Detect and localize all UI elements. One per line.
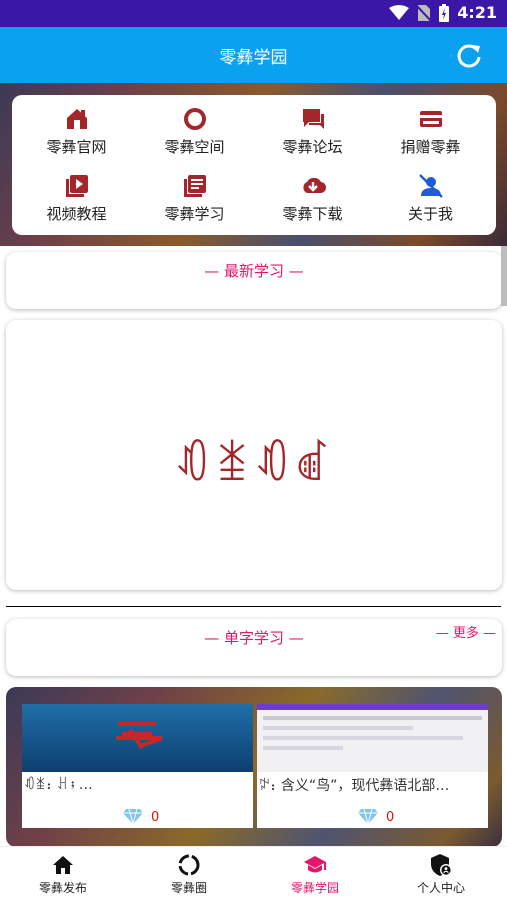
menu-item-space[interactable]: 零彝空间 [134,106,255,166]
divider [6,606,501,607]
nav-label: 个人中心 [416,881,465,895]
menu-label: 零彝空间 [164,138,225,156]
single-study-title: — 单字学习 — [204,629,304,647]
menu-label: 零彝下载 [282,205,343,223]
menu-item-study[interactable]: 零彝学习 [134,173,255,233]
card-icon [419,111,442,127]
menu-label: 零彝论坛 [282,138,343,156]
circle-icon [183,108,206,130]
latest-study-title: — 最新学习 — [204,262,304,280]
wifi-icon [389,4,410,20]
home-icon [53,856,73,874]
menu-item-download[interactable]: 零彝下载 [252,173,373,233]
tile-count: 0 [151,810,160,825]
video-icon [65,175,88,197]
latest-study-header-card: — 最新学习 — [6,252,502,309]
nav-label: 零彝发布 [38,881,87,895]
featured-study-card[interactable]: ꀒꁧꀒꀷ [6,320,502,590]
menu-item-about[interactable]: 关于我 [370,173,491,233]
book-icon [183,175,206,197]
featured-yi-text: ꀒꁧꀒꀷ [174,437,334,491]
diamond-icon [358,808,378,825]
menu-item-video[interactable]: 视频教程 [16,173,137,233]
status-time: 4:21 [457,3,497,22]
nav-label: 零彝圈 [170,881,207,895]
menu-item-donate[interactable]: 捐赠零彝 [370,106,491,166]
menu-label: 捐赠零彝 [400,138,461,156]
shield-user-icon [431,854,452,876]
bottom-nav: 零彝发布 零彝圈 零彝学园 个人中心 [0,846,507,901]
menu-card: 零彝官网 零彝空间 零彝论坛 捐赠零彝 视频教程 零彝学习 零彝下载 关于我 [12,95,496,235]
diamond-icon [123,808,143,825]
nav-item-profile[interactable]: 个人中心 [378,847,504,901]
nav-item-school[interactable]: 零彝学园 [252,847,378,901]
menu-item-forum[interactable]: 零彝论坛 [252,106,373,166]
single-study-header-card: — 单字学习 — — 更多 — [6,619,502,676]
status-bar: 4:21 [0,0,507,27]
more-link[interactable]: — 更多 — [436,622,496,641]
scrollbar[interactable] [501,246,507,306]
tile-thumbnail [22,704,253,772]
battery-icon [439,3,450,22]
tile-thumbnail [257,704,488,772]
tile-caption: ꉢ：含义“鸟”，现代彝语北部… [259,778,450,794]
tile-caption: ꀒꁧ：ꃅ；… [24,777,93,793]
nav-label: 零彝学园 [290,881,339,895]
study-tile[interactable]: ꀒꁧ：ꃅ；… 0 [22,704,253,828]
ring-icon [178,854,200,876]
menu-label: 视频教程 [46,205,107,223]
app-bar: 零彝学园 [0,27,507,83]
home-icon [66,109,87,129]
nav-item-circle[interactable]: 零彝圈 [126,847,252,901]
no-sim-icon [417,4,432,22]
menu-label: 零彝官网 [46,138,107,156]
yi-glyph-image [116,722,163,750]
app-title: 零彝学园 [219,48,288,68]
menu-label: 零彝学习 [164,205,225,223]
download-icon [302,177,326,194]
nav-item-publish[interactable]: 零彝发布 [0,847,126,901]
person-icon [418,174,443,198]
menu-label: 关于我 [407,205,453,223]
menu-item-website[interactable]: 零彝官网 [16,106,137,166]
forum-icon [302,109,324,129]
status-icons: 4:21 [389,3,497,22]
study-tile[interactable]: ꉢ：含义“鸟”，现代彝语北部… 0 [257,704,488,828]
refresh-icon[interactable] [455,41,483,69]
tile-count: 0 [386,810,395,825]
school-icon [304,856,326,873]
single-study-banner: ꀒꁧ：ꃅ；… 0 ꉢ：含义“鸟”，现代彝语北部… 0 [6,687,502,847]
